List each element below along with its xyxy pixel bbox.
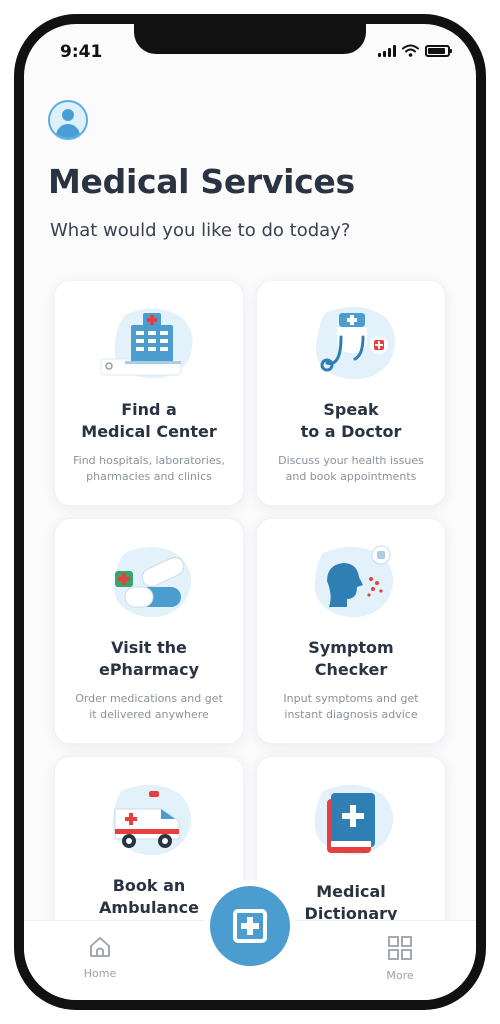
medical-plus-icon — [233, 909, 267, 943]
avatar[interactable] — [48, 100, 88, 140]
wifi-icon — [402, 44, 419, 57]
battery-icon — [425, 45, 452, 57]
tab-more-label: More — [386, 969, 414, 982]
tab-home[interactable]: Home — [70, 935, 130, 980]
screen: 9:41 Medical Services What would you lik… — [24, 24, 476, 1000]
doctor-icon — [315, 306, 396, 380]
ambulance-icon — [112, 784, 192, 856]
card-find-medical-center[interactable]: Find a Medical Center Find hospitals, lab… — [54, 280, 244, 506]
add-medical-button[interactable] — [210, 886, 290, 966]
notch — [134, 24, 366, 54]
tab-more[interactable]: More — [370, 935, 430, 982]
card-description: Input symptoms and get instant diagnosis … — [283, 692, 419, 721]
book-icon — [314, 784, 394, 856]
card-speak-to-doctor[interactable]: Speak to a Doctor Discuss your health iss… — [256, 280, 446, 506]
status-icons — [378, 44, 452, 57]
phone-frame: 9:41 Medical Services What would you lik… — [14, 14, 486, 1010]
tab-home-label: Home — [83, 967, 117, 980]
card-description: Discuss your health issues and book appoi… — [278, 454, 424, 483]
status-time: 9:41 — [60, 42, 103, 62]
card-title: Speak to a Doctor — [300, 400, 402, 441]
card-description: Find hospitals, laboratories, pharmacies … — [73, 454, 225, 483]
card-symptom-checker[interactable]: Symptom Checker Input symptoms and get ins… — [256, 518, 446, 744]
card-title: Find a Medical Center — [81, 400, 217, 441]
card-title: Visit the ePharmacy — [98, 638, 200, 679]
home-icon — [90, 937, 110, 957]
signal-icon — [378, 45, 396, 57]
hospital-icon — [100, 308, 193, 379]
pills-icon — [113, 546, 192, 618]
card-visit-epharmacy[interactable]: Visit the ePharmacy Order medications and… — [54, 518, 244, 744]
page-title: Medical Services — [48, 162, 355, 201]
card-title: Symptom Checker — [308, 638, 394, 679]
grid-icon — [388, 936, 412, 960]
sneeze-icon — [314, 545, 394, 618]
page-subtitle: What would you like to do today? — [50, 220, 351, 241]
card-description: Order medications and get it delivered an… — [75, 692, 223, 721]
